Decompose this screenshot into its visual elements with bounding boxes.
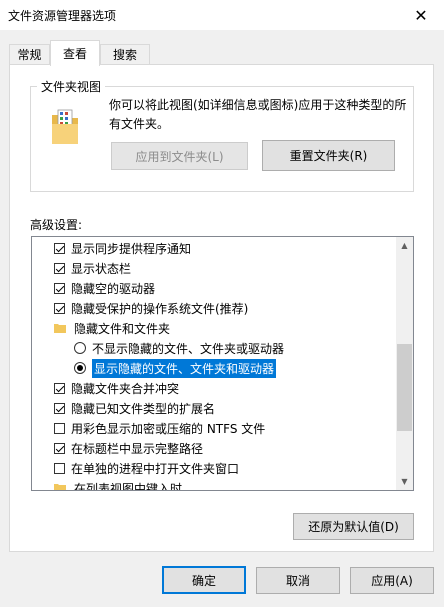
folder-icon [54,484,66,490]
checkbox-checked[interactable] [54,282,65,294]
scroll-down-button[interactable]: ▼ [396,473,413,490]
setting-full-path-title[interactable]: 在标题栏中显示完整路径 [54,438,203,458]
cancel-button[interactable]: 取消 [256,567,340,594]
setting-label: 不显示隐藏的文件、文件夹或驱动器 [92,341,285,356]
checkbox-checked[interactable] [54,442,65,454]
setting-label: 隐藏空的驱动器 [71,281,156,296]
chevron-up-icon: ▲ [401,241,408,250]
setting-label: 显示隐藏的文件、文件夹和驱动器 [92,358,277,378]
setting-label: 显示同步提供程序通知 [71,241,192,256]
close-button[interactable]: ✕ [398,0,444,30]
apply-button[interactable]: 应用(A) [350,567,434,594]
radio-unselected[interactable] [74,342,86,354]
tab-label: 常规 [17,48,42,62]
button-label: 还原为默认值(D) [308,520,399,534]
folder-view-icon [52,109,78,144]
setting-label: 显示状态栏 [71,261,132,276]
checkbox-unchecked[interactable] [54,462,65,474]
setting-show-status-bar[interactable]: 显示状态栏 [54,258,131,278]
setting-color-ntfs[interactable]: 用彩色显示加密或压缩的 NTFS 文件 [54,418,265,438]
folder-views-description: 你可以将此视图(如详细信息或图标)应用于这种类型的所有文件夹。 [109,98,407,131]
checkbox-checked[interactable] [54,402,65,414]
checkbox-unchecked[interactable] [54,422,65,434]
folder-icon [54,324,66,333]
radio-selected[interactable] [74,362,86,374]
setting-label: 隐藏文件和文件夹 [74,321,171,336]
setting-show-sync-provider-notifications[interactable]: 显示同步提供程序通知 [54,238,191,258]
window-title: 文件资源管理器选项 [8,9,117,23]
tab-general[interactable]: 常规 [9,44,50,64]
checkbox-checked[interactable] [54,302,65,314]
tab-search[interactable]: 搜索 [100,44,150,64]
setting-dont-show-hidden[interactable]: 不显示隐藏的文件、文件夹或驱动器 [74,338,284,358]
chevron-down-icon: ▼ [401,477,408,486]
setting-hide-extensions[interactable]: 隐藏已知文件类型的扩展名 [54,398,215,418]
setting-separate-process[interactable]: 在单独的进程中打开文件夹窗口 [54,458,239,478]
close-icon: ✕ [414,5,428,25]
reset-folders-button[interactable]: 重置文件夹(R) [262,140,395,171]
button-label: 应用到文件夹(L) [135,149,224,164]
folder-views-legend: 文件夹视图 [37,78,106,95]
advanced-settings-label: 高级设置: [30,218,83,232]
scrollbar-thumb[interactable] [397,344,412,431]
button-label: 重置文件夹(R) [289,149,368,163]
tab-label: 搜索 [112,48,137,62]
advanced-settings-list[interactable]: 显示同步提供程序通知 显示状态栏 隐藏空的驱动器 隐藏受保护的操作系统文件(推荐… [31,236,414,491]
ok-button[interactable]: 确定 [162,566,246,594]
button-label: 确定 [191,573,216,588]
setting-label: 在列表视图中键入时 [74,481,183,491]
setting-label: 在标题栏中显示完整路径 [71,441,204,456]
setting-show-hidden[interactable]: 显示隐藏的文件、文件夹和驱动器 [74,358,277,378]
checkbox-checked[interactable] [54,242,65,254]
setting-label: 隐藏文件夹合并冲突 [71,381,180,396]
scroll-up-button[interactable]: ▲ [396,237,413,254]
button-label: 取消 [285,574,310,588]
setting-hide-empty-drives[interactable]: 隐藏空的驱动器 [54,278,155,298]
setting-hide-folder-merge-conflicts[interactable]: 隐藏文件夹合并冲突 [54,378,179,398]
tab-label: 查看 [62,47,87,61]
title-bar: 文件资源管理器选项 ✕ [0,0,444,30]
setting-group-hidden-files: 隐藏文件和文件夹 [54,318,170,338]
checkbox-checked[interactable] [54,262,65,274]
setting-group-typing-list-view: 在列表视图中键入时 [54,478,183,491]
apply-to-folders-button[interactable]: 应用到文件夹(L) [111,142,248,170]
setting-label: 用彩色显示加密或压缩的 NTFS 文件 [71,421,266,436]
checkbox-checked[interactable] [54,382,65,394]
button-label: 应用(A) [371,574,413,588]
setting-label: 在单独的进程中打开文件夹窗口 [71,461,240,476]
tab-view[interactable]: 查看 [50,40,100,66]
vertical-scrollbar[interactable]: ▲ ▼ [396,237,413,490]
setting-label: 隐藏已知文件类型的扩展名 [71,401,216,416]
restore-defaults-button[interactable]: 还原为默认值(D) [293,513,414,540]
setting-label: 隐藏受保护的操作系统文件(推荐) [71,301,249,316]
setting-hide-protected-os-files[interactable]: 隐藏受保护的操作系统文件(推荐) [54,298,248,318]
